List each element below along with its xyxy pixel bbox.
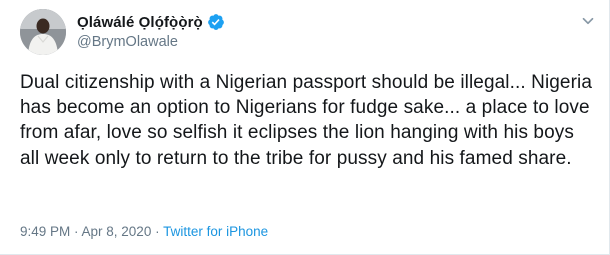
user-names: Ọláwálé Ọlọ́fọ̀ọ̀rọ̀ @BrymOlawale	[77, 12, 225, 50]
avatar[interactable]	[20, 9, 66, 55]
tweet-card: Ọláwálé Ọlọ́fọ̀ọ̀rọ̀ @BrymOlawale Dual c…	[0, 0, 610, 255]
tweet-timestamp[interactable]: 9:49 PM · Apr 8, 2020	[20, 224, 151, 239]
tweet-source-link[interactable]: Twitter for iPhone	[163, 224, 268, 239]
display-name[interactable]: Ọláwálé Ọlọ́fọ̀ọ̀rọ̀	[77, 14, 203, 31]
tweet-text: Dual citizenship with a Nigerian passpor…	[20, 72, 593, 169]
avatar-photo	[20, 9, 66, 55]
user-handle[interactable]: @BrymOlawale	[77, 34, 225, 50]
tweet-meta: 9:49 PM · Apr 8, 2020 · Twitter for iPho…	[20, 224, 268, 239]
chevron-down-icon[interactable]	[579, 12, 597, 30]
verified-badge-icon	[207, 14, 224, 30]
display-name-row: Ọláwálé Ọlọ́fọ̀ọ̀rọ̀	[77, 12, 225, 32]
meta-separator: ·	[151, 224, 164, 239]
